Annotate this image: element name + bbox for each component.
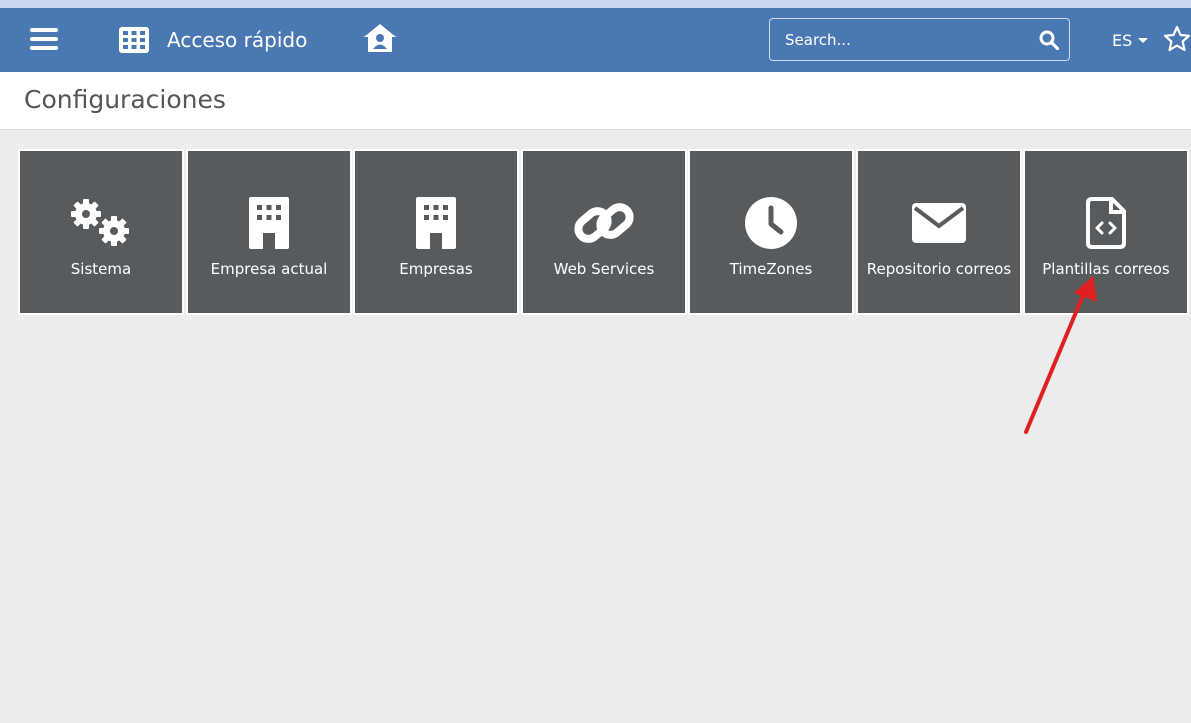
building-icon (188, 195, 350, 251)
building-icon (355, 195, 517, 251)
link-icon (523, 195, 685, 251)
tile-repositorio-correos[interactable]: Repositorio correos (856, 149, 1022, 315)
tile-plantillas-correos[interactable]: Plantillas correos (1023, 149, 1189, 315)
page-header: Configuraciones (0, 72, 1191, 130)
file-code-icon (1025, 195, 1187, 251)
tile-label: Empresa actual (210, 260, 328, 278)
tile-label: Sistema (70, 260, 132, 278)
top-accent-bar (0, 0, 1191, 8)
language-selector[interactable]: ES (1112, 28, 1149, 52)
search-box (769, 18, 1070, 61)
caret-down-icon (1138, 37, 1149, 43)
home-user-icon[interactable] (358, 18, 402, 58)
tile-label: Empresas (399, 260, 473, 278)
menu-icon[interactable] (22, 22, 66, 56)
quick-access-link[interactable]: Acceso rápido (167, 26, 307, 54)
tile-web-services[interactable]: Web Services (521, 149, 687, 315)
tile-label: TimeZones (729, 260, 813, 278)
tile-empresa-actual[interactable]: Empresa actual (186, 149, 352, 315)
grid-icon[interactable] (116, 24, 152, 56)
clock-icon (690, 195, 852, 251)
search-icon[interactable] (1029, 20, 1069, 60)
settings-tiles: Sistema Empresa actual Empresas Web Serv… (18, 149, 1191, 315)
tile-label: Plantillas correos (1042, 260, 1170, 278)
tile-timezones[interactable]: TimeZones (688, 149, 854, 315)
search-input[interactable] (770, 29, 1029, 50)
gears-icon (20, 195, 182, 251)
page-title: Configuraciones (24, 85, 226, 114)
tile-sistema[interactable]: Sistema (18, 149, 184, 315)
tile-label: Web Services (553, 260, 655, 278)
envelope-icon (858, 195, 1020, 251)
language-label: ES (1112, 30, 1133, 50)
star-icon[interactable] (1162, 24, 1191, 54)
top-navbar: Acceso rápido ES (0, 8, 1191, 72)
tile-label: Repositorio correos (866, 260, 1012, 278)
tile-empresas[interactable]: Empresas (353, 149, 519, 315)
